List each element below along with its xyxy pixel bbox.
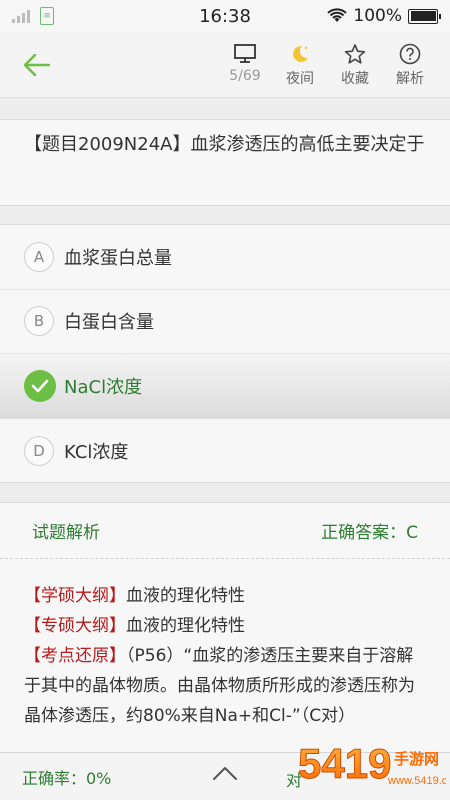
back-arrow-icon[interactable]: [22, 50, 52, 80]
status-bar: ≡ 16:38 100%: [0, 0, 450, 32]
check-icon: [24, 369, 56, 402]
analysis-item: 【专硕大纲】血液的理化特性: [24, 616, 245, 636]
option-b[interactable]: B 白蛋白含量: [0, 290, 450, 354]
accuracy-label: 正确率：0%: [22, 768, 112, 788]
analysis-tag: 学硕大纲: [41, 586, 109, 606]
svg-text:www.5419.cn: www.5419.cn: [387, 775, 446, 787]
analysis-item: 【学硕大纲】血液的理化特性: [24, 586, 245, 606]
analysis-text: 血液的理化特性: [126, 616, 245, 636]
analysis-header: 试题解析 正确答案：C: [0, 503, 450, 559]
option-a[interactable]: A 血浆蛋白总量: [0, 225, 450, 290]
battery-icon: [408, 8, 441, 24]
correct-answer: 正确答案：C: [321, 523, 418, 543]
question-text: 【题目2009N24A】血浆渗透压的高低主要决定于: [24, 134, 425, 155]
option-text: 白蛋白含量: [64, 312, 154, 334]
signal-icon: [12, 9, 30, 23]
progress-button[interactable]: 5/69: [220, 42, 270, 84]
night-label: 夜间: [286, 71, 314, 87]
moon-icon: [293, 45, 308, 62]
night-mode-button[interactable]: 夜间: [275, 42, 325, 88]
toolbar: 5/69 夜间 收藏 解析: [0, 32, 450, 98]
svg-text:手游网: 手游网: [394, 750, 439, 768]
favorite-label: 收藏: [341, 71, 369, 87]
analysis-item: 【考点还原】（P56）“血浆的渗透压主要来自于溶解于其中的晶体物质。由晶体物质所…: [24, 646, 415, 726]
analysis-body: 【学硕大纲】血液的理化特性 【专硕大纲】血液的理化特性 【考点还原】（P56）“…: [0, 559, 450, 731]
analysis-tag: 考点还原: [41, 646, 109, 666]
help-icon: [399, 43, 421, 65]
analysis-title: 试题解析: [32, 523, 100, 543]
favorite-button[interactable]: 收藏: [330, 42, 380, 88]
progress-label: 5/69: [229, 68, 261, 84]
option-c[interactable]: NaCl浓度: [0, 354, 450, 419]
option-letter: B: [24, 306, 54, 337]
analysis-card: 试题解析 正确答案：C 【学硕大纲】血液的理化特性 【专硕大纲】血液的理化特性 …: [0, 502, 450, 752]
star-icon: [344, 44, 366, 64]
option-letter: D: [24, 435, 54, 466]
monitor-icon: [234, 44, 256, 63]
question-card: 【题目2009N24A】血浆渗透压的高低主要决定于: [0, 119, 450, 206]
watermark-logo: 5419 手游网 www.5419.cn: [298, 740, 447, 788]
analysis-text: 血液的理化特性: [126, 586, 245, 606]
battery-percent: 100%: [353, 6, 402, 26]
option-text: NaCl浓度: [64, 376, 143, 398]
wifi-icon: [327, 8, 348, 22]
option-letter: A: [24, 241, 54, 272]
sim-icon: ≡: [40, 7, 54, 25]
svg-text:5419: 5419: [298, 740, 391, 787]
status-time: 16:38: [199, 5, 251, 27]
explain-button[interactable]: 解析: [385, 42, 435, 88]
options-list: A 血浆蛋白总量 B 白蛋白含量 NaCl浓度 D KCl浓度: [0, 224, 450, 483]
option-text: KCl浓度: [64, 441, 129, 463]
chevron-up-icon[interactable]: [210, 761, 240, 785]
option-text: 血浆蛋白总量: [64, 247, 172, 269]
option-d[interactable]: D KCl浓度: [0, 419, 450, 484]
explain-label: 解析: [396, 71, 424, 87]
analysis-tag: 专硕大纲: [41, 616, 109, 636]
